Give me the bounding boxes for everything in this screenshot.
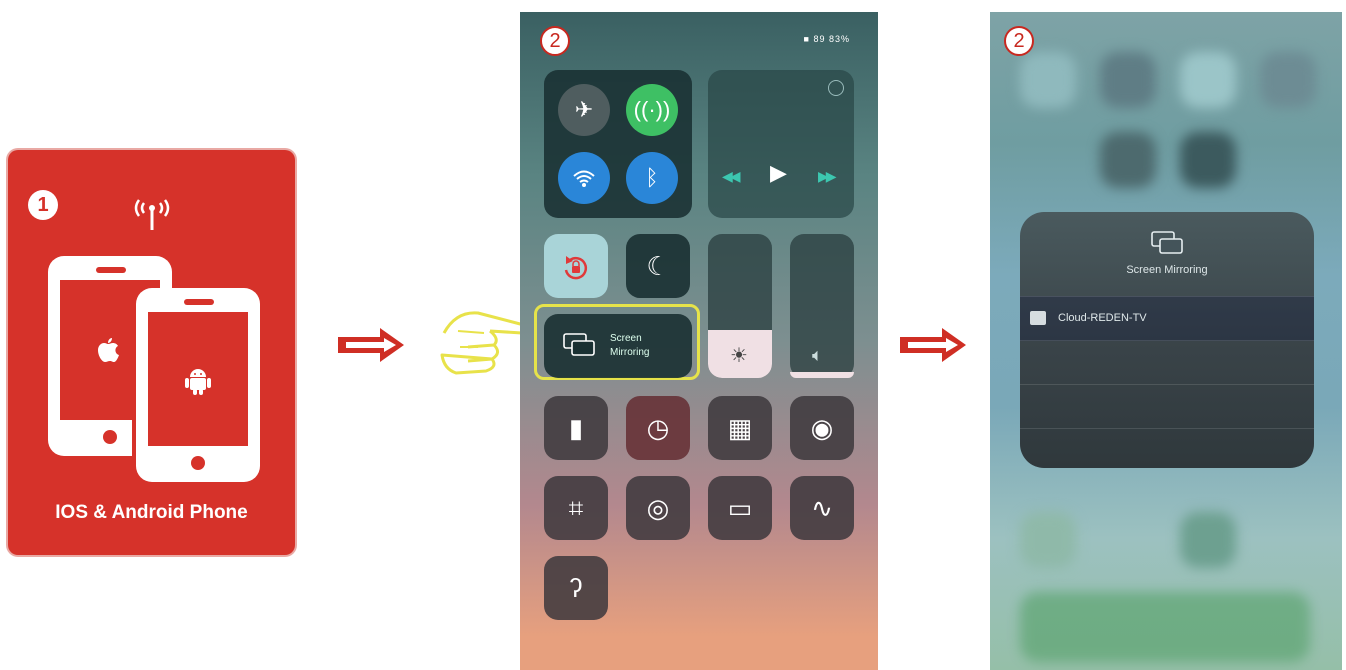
hearing-button[interactable]: ʔ	[544, 556, 608, 620]
wifi-icon	[572, 165, 596, 190]
play-icon[interactable]: ▶	[770, 160, 787, 186]
bluetooth-toggle[interactable]: ᛒ	[626, 152, 678, 204]
camera-icon: ◉	[810, 413, 834, 443]
qr-scanner-button[interactable]: ⌗	[544, 476, 608, 540]
airplane-mode-toggle[interactable]: ✈	[558, 84, 610, 136]
volume-slider[interactable]: 🔈︎	[790, 234, 854, 378]
antenna-icon: ((·))	[633, 97, 671, 122]
android-icon	[184, 366, 212, 401]
screen-mirroring-button[interactable]: Screen Mirroring	[544, 314, 692, 378]
speaker-icon: 🔈︎	[812, 345, 823, 365]
device-row-empty	[1020, 340, 1314, 385]
screen-recording-button[interactable]: ◎	[626, 476, 690, 540]
brightness-slider[interactable]: ☀	[708, 234, 772, 378]
flashlight-icon: ▮	[568, 413, 584, 443]
device-caption: IOS & Android Phone	[55, 502, 248, 523]
screen-mirroring-label-1: Screen	[610, 333, 642, 344]
screen-mirroring-icon	[1150, 230, 1186, 261]
flashlight-button[interactable]: ▮	[544, 396, 608, 460]
screen-mirroring-label-2: Mirroring	[610, 347, 650, 358]
screen-mirroring-icon	[562, 332, 598, 363]
cellular-data-toggle[interactable]: ((·))	[626, 84, 678, 136]
step-badge: 1	[28, 190, 58, 220]
bluetooth-icon: ᛒ	[645, 165, 659, 190]
device-row-empty	[1020, 384, 1314, 429]
screen-mirroring-panel: 2 Screen Mirroring Cloud-REDEN-TV	[990, 12, 1342, 670]
wifi-toggle[interactable]	[558, 152, 610, 204]
dialog-title: Screen Mirroring	[1126, 264, 1208, 276]
tv-icon	[1030, 311, 1046, 325]
timer-button[interactable]: ◷	[626, 396, 690, 460]
low-power-mode-button[interactable]: ▭	[708, 476, 772, 540]
now-playing-tile[interactable]: ◀◀ ▶ ▶▶	[708, 70, 854, 218]
battery-icon: ▭	[727, 493, 753, 523]
orientation-lock-icon	[560, 251, 592, 281]
calculator-icon: ▦	[727, 413, 753, 443]
airplane-icon: ✈	[574, 97, 594, 122]
airplay-audio-icon[interactable]	[828, 80, 844, 96]
camera-button[interactable]: ◉	[790, 396, 854, 460]
fast-forward-icon[interactable]: ▶▶	[818, 168, 836, 185]
device-name: Cloud-REDEN-TV	[1058, 312, 1147, 324]
step1-card: 1 IOS & Android Phone	[8, 150, 295, 555]
android-phone-illustration	[136, 288, 260, 482]
connectivity-tile: ✈ ((·)) ᛒ	[544, 70, 692, 218]
status-bar: ■ 89 83%	[803, 34, 850, 44]
voice-memo-button[interactable]: ∿	[790, 476, 854, 540]
broadcast-icon	[130, 194, 174, 238]
timer-icon: ◷	[646, 413, 670, 443]
record-icon: ◎	[646, 493, 670, 523]
orientation-lock-toggle[interactable]	[544, 234, 608, 298]
apple-icon	[96, 336, 120, 371]
waveform-icon: ∿	[811, 493, 833, 523]
pointing-hand-icon	[438, 303, 530, 394]
arrow-right-icon	[898, 326, 968, 369]
control-center-panel: 2 ■ 89 83% ✈ ((·)) ᛒ ◀◀ ▶ ▶▶ ☾ ☀ 🔈︎ Scre…	[520, 12, 878, 670]
calculator-button[interactable]: ▦	[708, 396, 772, 460]
arrow-right-icon	[336, 326, 406, 369]
qr-code-icon: ⌗	[568, 493, 584, 523]
screen-mirroring-dialog: Screen Mirroring Cloud-REDEN-TV	[1020, 212, 1314, 468]
moon-icon: ☾	[646, 251, 670, 281]
do-not-disturb-toggle[interactable]: ☾	[626, 234, 690, 298]
step-badge: 2	[1004, 26, 1034, 56]
ear-icon: ʔ	[569, 573, 583, 603]
rewind-icon[interactable]: ◀◀	[722, 168, 740, 185]
brightness-icon: ☀	[730, 345, 748, 367]
step-badge: 2	[540, 26, 570, 56]
device-row-empty	[1020, 428, 1314, 468]
